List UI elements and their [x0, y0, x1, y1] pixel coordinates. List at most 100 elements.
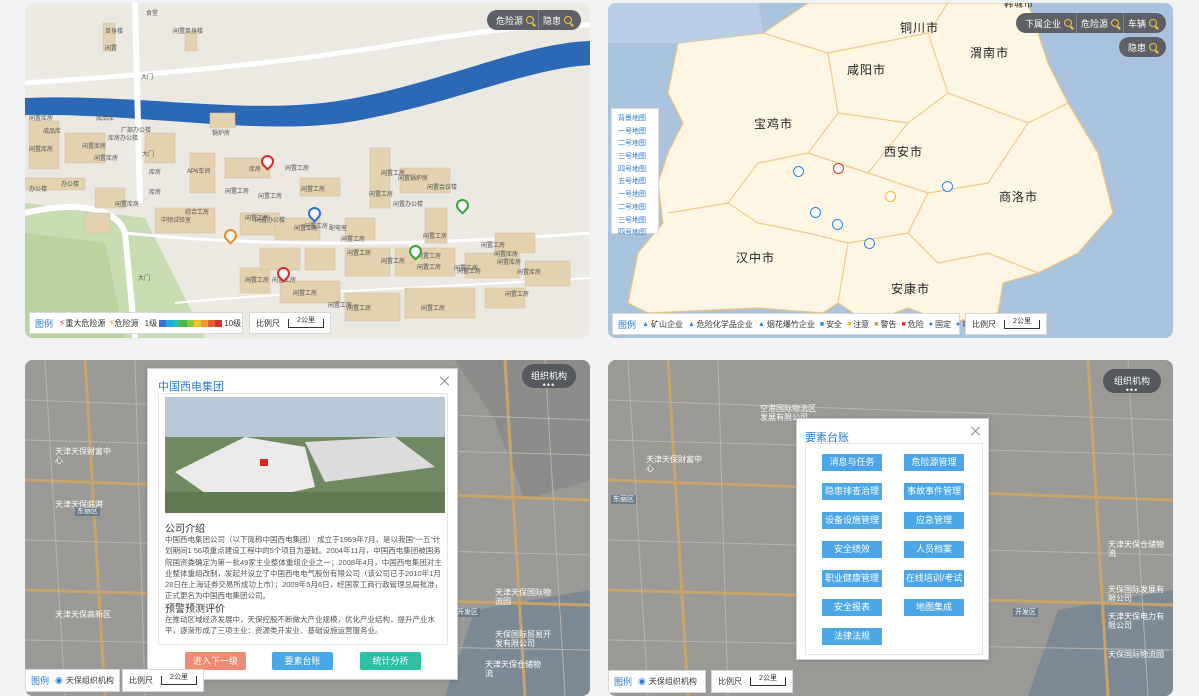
- ledger-item-button[interactable]: 危险源管理: [904, 454, 964, 471]
- enterprise-pin[interactable]: [864, 238, 875, 249]
- search-icon: [1110, 19, 1119, 27]
- scale-value: 2公里: [759, 675, 777, 682]
- hidden-danger-filter[interactable]: 隐患: [1118, 37, 1166, 57]
- close-icon[interactable]: [970, 425, 982, 437]
- legend-normal-label: 危险源: [114, 318, 139, 328]
- building-label: 成品库: [96, 116, 115, 122]
- map-legend: 图例 ◉ 天保组织机构: [608, 670, 706, 693]
- ledger-item-button[interactable]: 事故事件管理: [904, 483, 964, 500]
- hidden-danger-filter[interactable]: 隐患: [537, 10, 576, 30]
- more-dots-icon: •••: [1125, 385, 1139, 395]
- building-label: 闲置库房: [517, 270, 542, 276]
- base-map-option[interactable]: 四号地图: [618, 164, 658, 177]
- statistics-button[interactable]: 统计分析: [360, 652, 421, 670]
- building-label: 闲置工房: [457, 269, 482, 275]
- scale-indicator: 比例尺 2公里: [249, 312, 331, 334]
- gradient-step: [159, 319, 167, 327]
- building-label: 办公楼: [29, 187, 48, 193]
- building-label: 闲置工房: [341, 237, 366, 243]
- ledger-button-grid: 消息与任务 危险源管理隐患排查治理 事故事件管理设备设施管理 应急管理安全绩效 人员档案…: [805, 443, 983, 655]
- ledger-item-button[interactable]: 安全绩效: [822, 541, 882, 558]
- enter-next-level-button[interactable]: 进入下一级: [185, 652, 246, 670]
- building-label: 库房办公楼: [108, 136, 139, 142]
- org-marker-icon: ◉: [638, 676, 646, 686]
- city-label: 汉中市: [736, 251, 776, 265]
- ledger-item-button[interactable]: 设备设施管理: [822, 512, 882, 529]
- ledger-item-button[interactable]: 人员档案: [904, 541, 964, 558]
- map-place-label: 开发区: [455, 608, 480, 617]
- legend-item-label: 危险: [907, 319, 924, 329]
- map-place-label: 天津天保财富中心: [55, 447, 111, 465]
- ledger-item-button[interactable]: 在线培训/考试: [904, 570, 964, 587]
- scale-bar: 2公里: [1004, 317, 1040, 329]
- base-map-option[interactable]: 一号地图: [618, 189, 658, 202]
- close-icon[interactable]: [439, 375, 451, 387]
- org-structure-button[interactable]: 组织机构 •••: [522, 364, 576, 390]
- search-icon: [1149, 43, 1157, 51]
- legend-item-label: 矿山企业: [650, 319, 683, 329]
- map-legend: 图例 ▲矿山企业▲危险化学品企业▲烟花爆竹企业■安全■注意■警告■危险●固定●可…: [612, 313, 986, 335]
- scale-indicator: 比例尺 2公里: [711, 670, 793, 693]
- base-map-option[interactable]: 五号地图: [618, 176, 658, 189]
- scale-bar: 2公里: [161, 674, 197, 685]
- map-place-label: 天津天保财富中心: [646, 455, 702, 473]
- ledger-item-button[interactable]: 隐患排查治理: [822, 483, 882, 500]
- building-label: 闲置工房: [381, 171, 406, 177]
- base-map-option[interactable]: 三号地图: [618, 215, 658, 228]
- ledger-item-button[interactable]: 法律法规: [822, 628, 882, 645]
- building-label: 中频试验室: [161, 218, 192, 224]
- base-map-menu: 背景地图 一号地图 二号地图 三号地图 四号地图 五号地图 一号地图 二号地图 三号地图 四号地图: [611, 108, 659, 236]
- ledger-item-button[interactable]: 职业健康管理: [822, 570, 882, 587]
- map-place-label: 天津天保仓储物流: [485, 660, 541, 678]
- legend-org-label: 天保组织机构: [648, 677, 697, 686]
- gradient-step: [194, 319, 202, 327]
- org-map-panel[interactable]: 天津天保财富中心 天津天保国际物流园 天津天保高新区 天保国际贸易开发有限公司 天津天保…: [25, 360, 590, 696]
- building-label: 闲置会议楼: [427, 185, 458, 191]
- building-label: 大门: [138, 276, 151, 282]
- building-label: 闲置库房: [115, 202, 140, 208]
- ledger-item-button[interactable]: 应急管理: [904, 512, 964, 529]
- search-icon: [1063, 19, 1072, 27]
- dialog-title: 中国西电集团: [158, 381, 224, 393]
- sub-company-filter[interactable]: 下属企业: [1021, 13, 1076, 33]
- building-label: 闲置工房: [381, 259, 406, 265]
- base-map-option[interactable]: 三号地图: [618, 151, 658, 164]
- vehicle-filter[interactable]: 车辆: [1122, 13, 1161, 33]
- org-map-panel-ledger[interactable]: 空港国际物流区发展有限公司 天津天保财富中心 天津天保仓储物流 天保国际发展有限公司天…: [608, 360, 1173, 696]
- building-label: 闲置工房: [481, 243, 506, 249]
- base-map-option[interactable]: 二号地图: [618, 202, 658, 215]
- building-label: 闲置工房: [347, 306, 372, 312]
- city-label: 西安市: [884, 145, 924, 159]
- ledger-item-button[interactable]: 地图集成: [904, 599, 964, 616]
- enterprise-pin[interactable]: [793, 166, 804, 177]
- base-map-header[interactable]: 背景地图: [618, 113, 658, 126]
- legend-item-label: 警告: [880, 319, 897, 329]
- region-map-panel[interactable]: 铜川市 渭南市 咸阳市 宝鸡市 西安市 商洛市 汉中市 安康市 韩城市 背景地图 一号地图 二号地图…: [608, 3, 1173, 338]
- danger-source-filter[interactable]: 危险源: [492, 10, 538, 30]
- dialog-body: 公司介绍 中国西电集团公司（以下简称中国西电集团） 成立于1959年7月，是以我…: [158, 393, 448, 645]
- city-label: 咸阳市: [847, 63, 887, 77]
- map-place-label: 天津天保高新区: [55, 610, 111, 619]
- ledger-item-button[interactable]: 安全报表: [822, 599, 882, 616]
- scale-value: 2公里: [1013, 317, 1031, 325]
- enterprise-pin[interactable]: [942, 181, 953, 192]
- building-label: AP6车间: [187, 169, 211, 175]
- element-ledger-button[interactable]: 要素台账: [272, 652, 333, 670]
- factory-map-panel[interactable]: 食堂 闲置单身楼 单身楼 闲置 大门 闲置库房 成品库 成品库 闲置库房 闲置库房 闲置库房 厂部办公…: [25, 3, 590, 338]
- enterprise-pin[interactable]: [833, 163, 844, 174]
- city-label: 安康市: [891, 282, 931, 296]
- base-map-option[interactable]: 四号地图: [618, 227, 658, 240]
- base-map-option[interactable]: 二号地图: [618, 138, 658, 151]
- base-map-option[interactable]: 一号地图: [618, 126, 658, 139]
- enterprise-pin[interactable]: [832, 219, 843, 230]
- enterprise-pin[interactable]: [810, 207, 821, 218]
- scale-label: 比例尺: [129, 676, 153, 685]
- building-label: 库房: [149, 170, 162, 176]
- building-label: 闲置工房: [421, 306, 446, 312]
- gradient-step: [215, 319, 223, 327]
- ledger-item-button[interactable]: 消息与任务: [822, 454, 882, 471]
- danger-source-filter[interactable]: 危险源: [1075, 13, 1123, 33]
- legend-title: 图例: [618, 319, 637, 330]
- enterprise-pin[interactable]: [885, 191, 896, 202]
- org-structure-button[interactable]: 组织机构 •••: [1103, 369, 1161, 395]
